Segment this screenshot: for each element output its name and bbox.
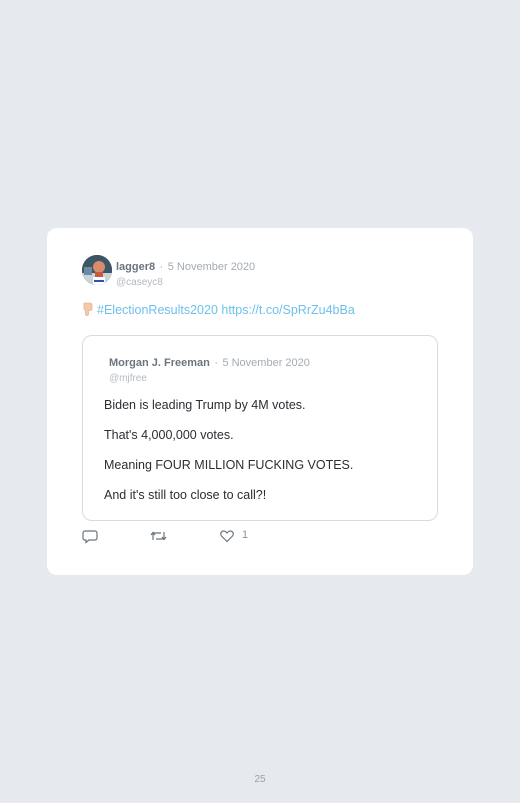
thumbs-down-icon — [82, 302, 93, 316]
meta-separator: · — [159, 261, 164, 273]
quoted-tweet[interactable]: Morgan J. Freeman · 5 November 2020 @mjf… — [82, 335, 438, 521]
author-handle[interactable]: @caseyc8 — [116, 277, 255, 288]
page-number: 25 — [254, 774, 266, 785]
quoted-tweet-body: Biden is leading Trump by 4M votes. That… — [104, 398, 353, 518]
tweet-body-text[interactable]: #ElectionResults2020 https://t.co/SpRrZu… — [97, 303, 355, 317]
retweet-icon[interactable] — [150, 528, 167, 549]
author-name[interactable]: lagger8 — [116, 261, 155, 273]
quoted-author-handle[interactable]: @mjfree — [109, 373, 310, 384]
quoted-meta-separator: · — [214, 357, 218, 369]
quoted-line: That's 4,000,000 votes. — [104, 428, 234, 442]
avatar-image — [82, 255, 112, 285]
tweet-actions: 1 — [82, 528, 282, 548]
quoted-line: Biden is leading Trump by 4M votes. — [104, 398, 306, 412]
author-meta: lagger8 · 5 November 2020 @caseyc8 — [116, 257, 255, 288]
heart-icon[interactable] — [219, 528, 235, 549]
quoted-author-meta: Morgan J. Freeman · 5 November 2020 @mjf… — [109, 353, 310, 384]
quoted-line: And it's still too close to call?! — [104, 488, 267, 502]
tweet-text: #ElectionResults2020 https://t.co/SpRrZu… — [82, 302, 355, 317]
tweet-card: lagger8 · 5 November 2020 @caseyc8 #Elec… — [47, 228, 473, 575]
like-count: 1 — [242, 529, 249, 541]
reply-icon[interactable] — [82, 528, 98, 549]
quoted-tweet-date[interactable]: 5 November 2020 — [222, 357, 309, 369]
tweet-date[interactable]: 5 November 2020 — [168, 261, 255, 273]
quoted-line: Meaning FOUR MILLION FUCKING VOTES. — [104, 458, 354, 472]
avatar[interactable] — [82, 255, 112, 285]
quoted-author-name[interactable]: Morgan J. Freeman — [109, 357, 210, 369]
